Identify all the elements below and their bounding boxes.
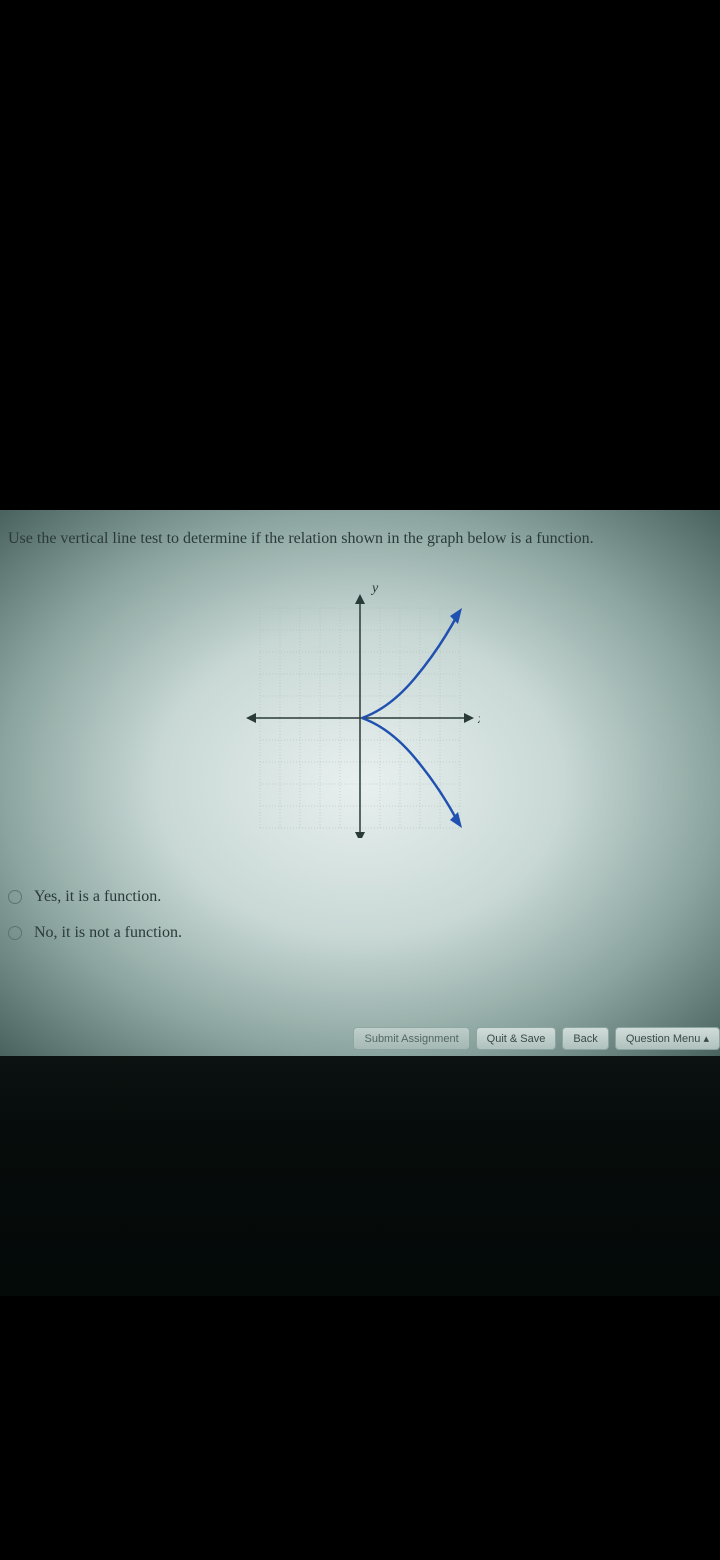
submit-button[interactable]: Submit Assignment [353,1027,469,1050]
question-prompt: Use the vertical line test to determine … [8,530,712,548]
x-axis-label: x [477,712,480,727]
back-button[interactable]: Back [562,1027,608,1050]
radio-icon [8,890,22,904]
answer-options: Yes, it is a function. No, it is not a f… [8,888,712,942]
option-label: No, it is not a function. [34,924,182,942]
quit-save-button[interactable]: Quit & Save [476,1027,557,1050]
option-no[interactable]: No, it is not a function. [8,924,712,942]
y-axis-label: y [370,581,379,596]
bottom-shadow-area [0,1056,720,1296]
graph-container: y x [8,578,712,838]
option-yes[interactable]: Yes, it is a function. [8,888,712,906]
question-panel: Use the vertical line test to determine … [0,510,720,1056]
action-buttons: Submit Assignment Quit & Save Back Quest… [353,1027,720,1050]
question-menu-button[interactable]: Question Menu ▴ [615,1027,720,1050]
option-label: Yes, it is a function. [34,888,161,906]
radio-icon [8,926,22,940]
coordinate-graph: y x [240,578,480,838]
